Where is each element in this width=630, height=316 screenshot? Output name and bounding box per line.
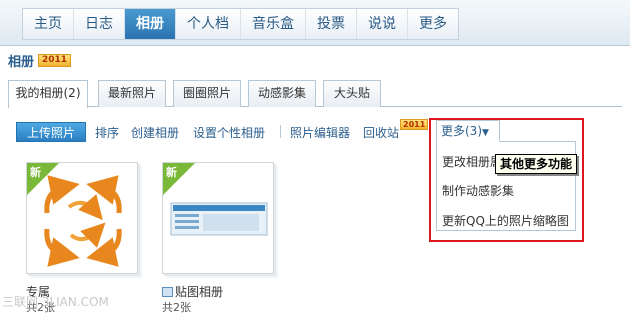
nav-shuoshuo[interactable]: 说说 bbox=[357, 9, 408, 39]
recycle-year-badge: 2011 bbox=[400, 119, 429, 130]
nav-more[interactable]: 更多 bbox=[408, 9, 458, 39]
nav-music[interactable]: 音乐盒 bbox=[241, 9, 306, 39]
nav-vote[interactable]: 投票 bbox=[306, 9, 357, 39]
tab-slideshow[interactable]: 动感影集 bbox=[248, 80, 316, 107]
tab-circle-photos[interactable]: 圈圈照片 bbox=[173, 80, 241, 107]
nav-blog[interactable]: 日志 bbox=[74, 9, 125, 39]
nav-home[interactable]: 主页 bbox=[23, 9, 74, 39]
album-cover[interactable]: 新 bbox=[26, 162, 138, 274]
more-menu-button[interactable]: 更多(3)▼ bbox=[436, 120, 500, 142]
toolbar-divider bbox=[280, 125, 281, 138]
create-album-link[interactable]: 创建相册 bbox=[131, 124, 179, 141]
tab-my-albums[interactable]: 我的相册(2) bbox=[8, 80, 88, 108]
nav-album[interactable]: 相册 bbox=[125, 9, 176, 39]
caret-down-icon: ▼ bbox=[482, 128, 489, 138]
album-name: 贴图相册 bbox=[175, 285, 224, 299]
watermark: 三联网 3LIAN.COM bbox=[2, 295, 109, 309]
tab-latest-photos[interactable]: 最新照片 bbox=[98, 80, 166, 107]
new-flag-label: 新 bbox=[30, 166, 41, 179]
recycle-bin-link[interactable]: 回收站 bbox=[363, 124, 399, 141]
album-count: 共2张 bbox=[162, 301, 191, 314]
more-menu-label: 更多(3) bbox=[441, 124, 482, 138]
picture-icon bbox=[162, 287, 173, 297]
top-nav-bar: 主页 日志 相册 个人档 音乐盒 投票 说说 更多 bbox=[0, 0, 630, 46]
new-flag-label: 新 bbox=[166, 166, 177, 179]
album-header: 相册 2011 bbox=[8, 51, 72, 70]
sort-link[interactable]: 排序 bbox=[95, 124, 119, 141]
page-title: 相册 bbox=[8, 54, 35, 70]
nav-profile[interactable]: 个人档 bbox=[176, 9, 241, 39]
album-cover[interactable]: 新 bbox=[162, 162, 274, 274]
album-tabs: 我的相册(2) 最新照片 圈圈照片 动感影集 大头贴 bbox=[8, 80, 622, 108]
menu-item-make-slideshow[interactable]: 制作动感影集 bbox=[442, 182, 514, 199]
tab-photo-sticker[interactable]: 大头贴 bbox=[323, 80, 381, 107]
main-nav: 主页 日志 相册 个人档 音乐盒 投票 说说 更多 bbox=[22, 8, 459, 40]
album-name-row[interactable]: 贴图相册 bbox=[162, 283, 223, 300]
personalize-album-link[interactable]: 设置个性相册 bbox=[193, 124, 265, 141]
photo-editor-link[interactable]: 照片编辑器 bbox=[290, 124, 350, 141]
more-tooltip: 其他更多功能 bbox=[495, 154, 578, 174]
upload-photo-button[interactable]: 上传照片 bbox=[16, 122, 86, 142]
year-badge: 2011 bbox=[38, 53, 72, 67]
menu-item-update-qq-thumbnail[interactable]: 更新QQ上的照片缩略图 bbox=[442, 212, 569, 229]
